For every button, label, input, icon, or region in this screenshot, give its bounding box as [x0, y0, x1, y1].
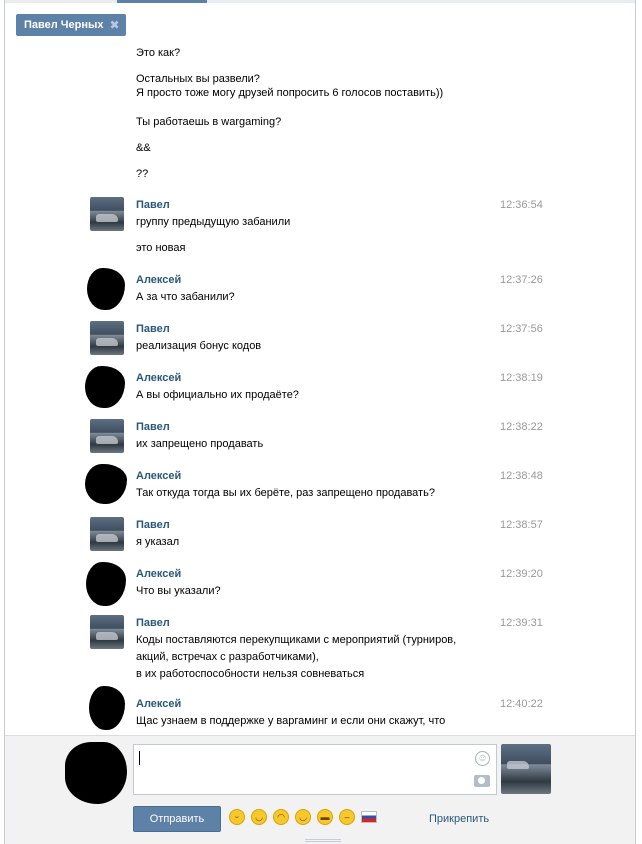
grinning-emoji-icon[interactable]: ◡ [251, 809, 267, 825]
dialog-tab-chip[interactable]: Павел Черных ✖ [16, 14, 126, 36]
send-button[interactable]: Отправить [133, 806, 221, 832]
message-line: Щас узнаем в поддержке у варгаминг и есл… [136, 715, 446, 727]
message-time[interactable]: 12:37:26 [500, 273, 543, 287]
laughing-emoji-icon[interactable]: ᵕ [229, 809, 245, 825]
author-name[interactable]: Павел [136, 322, 170, 336]
russia-flag-icon[interactable] [361, 811, 377, 823]
message-line: Так откуда тогда вы их берёте, раз запре… [136, 487, 435, 499]
message-line: это новая [136, 242, 186, 254]
message-log[interactable]: Это как? Остальных вы развели? Я просто … [5, 45, 635, 735]
smile-icon[interactable]: ☺ [475, 751, 490, 766]
message-time[interactable]: 12:36:54 [500, 198, 543, 212]
author-name[interactable]: Павел [136, 420, 170, 434]
dialog-window: Павел Черных ✖ Это как? Остальных вы раз… [4, 0, 636, 844]
message-time[interactable]: 12:38:48 [500, 469, 543, 483]
text-caret [139, 751, 140, 765]
message-line: группу предыдущую забанили [136, 216, 291, 228]
message-input[interactable]: ☺ [133, 744, 497, 795]
message-line: акций, встречах с разработчиками), [136, 651, 319, 663]
author-name[interactable]: Алексей [136, 371, 181, 385]
message-line: реализация бонус кодов [136, 340, 262, 352]
avatar[interactable] [90, 419, 124, 453]
message-line: Что вы указали? [136, 585, 221, 597]
my-avatar[interactable] [65, 742, 127, 804]
author-name[interactable]: Павел [136, 518, 170, 532]
message-line: Ты работаешь в wargaming? [136, 116, 282, 128]
dialog-tab-label: Павел Черных [24, 19, 104, 31]
message-line: я указал [136, 536, 180, 548]
message-line: в их работоспособности нельзя совневатьс… [136, 668, 365, 680]
avatar[interactable] [85, 366, 125, 408]
avatar[interactable] [90, 197, 124, 231]
message-line: А за что забанили? [136, 291, 235, 303]
message-time[interactable]: 12:39:31 [500, 616, 543, 630]
message-line: Я просто тоже могу друзей попросить 6 го… [136, 87, 444, 99]
compose-area: ☺ Отправить ᵕ ◡ ◠ ◡ ▬ – Прикрепить [5, 735, 635, 844]
message-time[interactable]: 12:38:22 [500, 420, 543, 434]
peer-avatar[interactable] [501, 744, 551, 794]
message-time[interactable]: 12:38:19 [500, 371, 543, 385]
avatar[interactable] [85, 464, 127, 504]
sunglasses-emoji-icon[interactable]: ▬ [317, 809, 333, 825]
message-line: && [136, 142, 151, 154]
camera-icon[interactable] [474, 775, 490, 787]
blushing-emoji-icon[interactable]: ◠ [273, 809, 289, 825]
message-line: А вы официально их продаёте? [136, 389, 299, 401]
message-line: Остальных вы развели? [136, 73, 260, 85]
message-time[interactable]: 12:40:22 [500, 697, 543, 711]
neutral-emoji-icon[interactable]: – [339, 809, 355, 825]
message-line: Это как? [136, 47, 181, 59]
avatar[interactable] [90, 517, 124, 551]
avatar[interactable] [90, 615, 124, 649]
message-line: ?? [136, 168, 149, 180]
avatar[interactable] [86, 562, 126, 606]
message-line: Коды поставляются перекупщиками с меропр… [136, 634, 457, 646]
dialog-tab-bar: Павел Черных ✖ [5, 3, 635, 45]
message-time[interactable]: 12:37:56 [500, 322, 543, 336]
author-name[interactable]: Павел [136, 616, 170, 630]
author-name[interactable]: Алексей [136, 697, 181, 711]
happy-emoji-icon[interactable]: ◡ [295, 809, 311, 825]
avatar[interactable] [87, 268, 125, 310]
author-name[interactable]: Алексей [136, 469, 181, 483]
author-name[interactable]: Алексей [136, 567, 181, 581]
attach-link[interactable]: Прикрепить [429, 812, 489, 826]
close-icon[interactable]: ✖ [109, 14, 119, 36]
message-time[interactable]: 12:38:57 [500, 518, 543, 532]
author-name[interactable]: Павел [136, 198, 170, 212]
message-line: их запрещено продавать [136, 438, 264, 450]
message-time[interactable]: 12:39:20 [500, 567, 543, 581]
avatar[interactable] [90, 321, 124, 355]
avatar[interactable] [89, 686, 125, 730]
author-name[interactable]: Алексей [136, 273, 181, 287]
resize-grip[interactable] [305, 839, 341, 842]
